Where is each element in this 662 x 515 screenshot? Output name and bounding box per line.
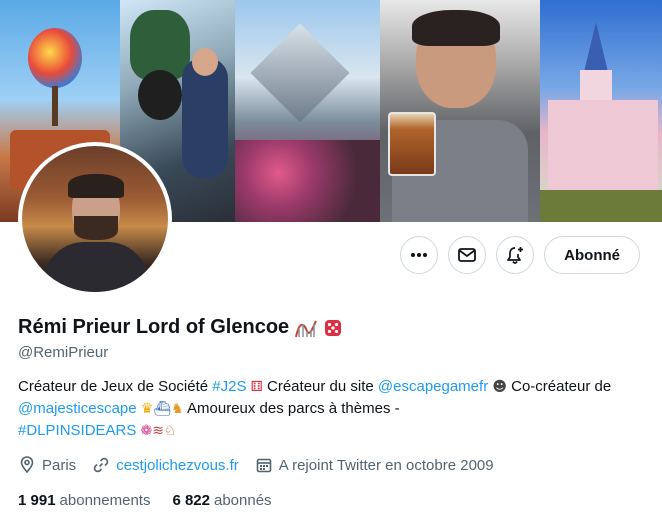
- avatar[interactable]: [22, 146, 168, 292]
- display-name: Rémi Prieur Lord of Glencoe: [18, 316, 290, 338]
- profile-stats: 1 991 abonnements 6 822 abonnés: [18, 492, 272, 509]
- bio-text: Créateur du site: [262, 378, 378, 395]
- banner-photo-person-beer: [380, 0, 540, 222]
- message-button[interactable]: [448, 236, 487, 274]
- ferris-wheel-emoji-icon: ❁: [140, 423, 153, 439]
- followers-label: abonnés: [214, 492, 272, 509]
- ship-emoji-icon: ⛴: [153, 401, 172, 417]
- mention-link[interactable]: @majesticescape: [18, 400, 137, 417]
- join-date: A rejoint Twitter en octobre 2009: [255, 456, 494, 474]
- more-button[interactable]: [400, 236, 439, 274]
- calendar-icon: [255, 456, 273, 474]
- spy-emoji-icon: ☻: [492, 379, 507, 395]
- rollercoaster-emoji-icon: [295, 317, 318, 339]
- bio-text: Créateur de Jeux de Société: [18, 378, 213, 395]
- profile-handle: @RemiPrieur: [18, 344, 109, 361]
- following-link[interactable]: 1 991 abonnements: [18, 492, 150, 509]
- following-button[interactable]: Abonné: [544, 236, 640, 274]
- rollercoaster-emoji-icon: ≋: [152, 423, 165, 439]
- banner-photo-castle: [540, 0, 662, 222]
- location-text: Paris: [42, 456, 77, 474]
- mention-link[interactable]: @escapegamefr: [378, 378, 488, 395]
- website[interactable]: cestjolichezvous.fr: [92, 456, 239, 474]
- join-date-text: A rejoint Twitter en octobre 2009: [278, 456, 494, 474]
- link-icon: [92, 456, 110, 474]
- cat-emoji-icon: ♞: [171, 401, 184, 417]
- profile-name: Rémi Prieur Lord of Glencoe: [18, 316, 343, 339]
- more-icon: [409, 245, 429, 265]
- dice-emoji-icon: ⚅: [250, 379, 263, 395]
- location-pin-icon: [18, 456, 36, 474]
- notifications-button[interactable]: [496, 236, 535, 274]
- crown-emoji-icon: ♛: [140, 401, 154, 417]
- followers-count: 6 822: [172, 492, 210, 509]
- profile-bio: Créateur de Jeux de Société #J2S ⚅ Créat…: [18, 376, 628, 442]
- followers-link[interactable]: 6 822 abonnés: [172, 492, 271, 509]
- mail-icon: [457, 245, 477, 265]
- banner-photo-crystal: [235, 0, 380, 222]
- dice-emoji-icon: [323, 318, 343, 338]
- hashtag-link[interactable]: #J2S: [212, 378, 246, 395]
- profile-meta: Paris cestjolichezvous.fr A rejoint Twit…: [18, 456, 494, 474]
- following-count: 1 991: [18, 492, 56, 509]
- profile-actions: Abonné: [400, 236, 640, 274]
- bio-text: Co-créateur de: [506, 378, 612, 395]
- following-label: abonnements: [59, 492, 151, 509]
- bio-text: Amoureux des parcs à thèmes -: [183, 400, 400, 417]
- bell-plus-icon: [505, 245, 525, 265]
- hashtag-link[interactable]: #DLPINSIDEARS: [18, 422, 136, 439]
- website-link[interactable]: cestjolichezvous.fr: [116, 457, 239, 474]
- location: Paris: [18, 456, 76, 474]
- carousel-emoji-icon: ♘: [164, 423, 177, 439]
